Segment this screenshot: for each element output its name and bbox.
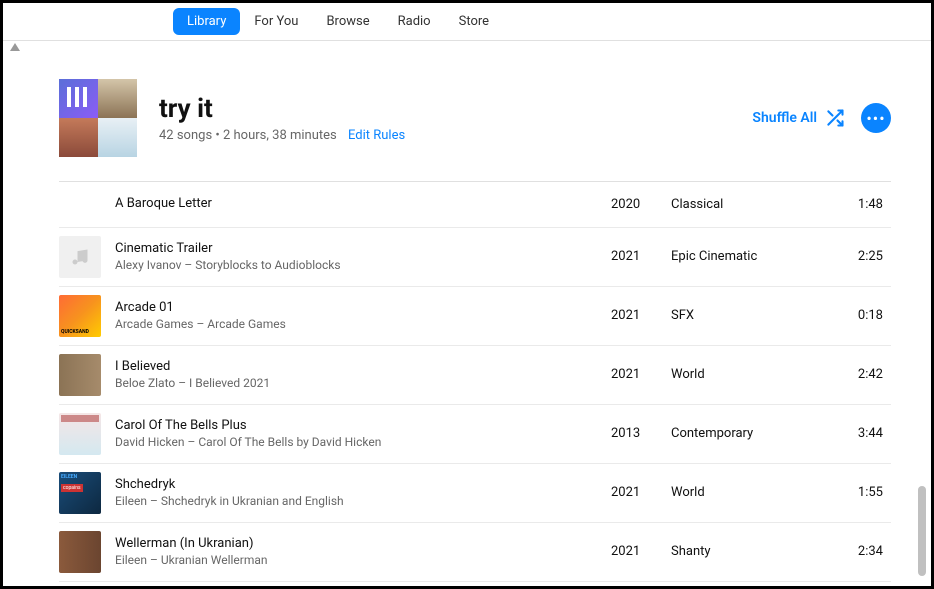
nav-for-you[interactable]: For You [240,8,312,35]
track-duration: 0:18 [841,308,891,323]
track-row[interactable]: Clouds2013Piano4:01 [59,582,891,586]
track-year: 2021 [611,544,671,559]
track-title: A Baroque Letter [115,196,601,213]
track-year: 2013 [611,426,671,441]
track-row[interactable]: I BelievedBeloe Zlato – I Believed 20212… [59,346,891,405]
track-row[interactable]: A Baroque Letter 2020Classical1:48 [59,182,891,228]
track-row[interactable]: Wellerman (In Ukranian)Eileen – Ukranian… [59,523,891,582]
track-subtitle: David Hicken – Carol Of The Bells by Dav… [115,435,601,451]
scrollbar-thumb[interactable] [918,486,926,576]
track-info: Cinematic TrailerAlexy Ivanov – Storyblo… [115,241,611,273]
track-row[interactable]: Cinematic TrailerAlexy Ivanov – Storyblo… [59,228,891,287]
playlist-header: try it 42 songs • 2 hours, 38 minutes Ed… [59,79,891,157]
track-thumbnail [59,531,101,573]
track-title: Carol Of The Bells Plus [115,418,601,435]
playlist-info: try it 42 songs • 2 hours, 38 minutes Ed… [159,94,752,143]
more-options-button[interactable]: ••• [861,103,891,133]
track-title: Arcade 01 [115,300,601,317]
track-list: A Baroque Letter 2020Classical1:48 Cinemat… [59,182,891,586]
track-row[interactable]: ShchedrykEileen – Shchedryk in Ukranian … [59,464,891,523]
track-subtitle: Eileen – Ukranian Wellerman [115,553,601,569]
scroll-up-icon[interactable] [10,43,20,59]
track-title: Cinematic Trailer [115,241,601,258]
content-area: try it 42 songs • 2 hours, 38 minutes Ed… [3,41,931,586]
playlist-title: try it [159,94,752,124]
ellipsis-icon: ••• [866,109,885,128]
track-genre: Contemporary [671,426,841,441]
track-genre: World [671,485,841,500]
nav-library[interactable]: Library [173,8,240,35]
track-info: ShchedrykEileen – Shchedryk in Ukranian … [115,477,611,509]
header-actions: Shuffle All ••• [752,103,891,133]
edit-rules-link[interactable]: Edit Rules [348,128,405,143]
track-year: 2021 [611,249,671,264]
playlist-meta: 42 songs • 2 hours, 38 minutes Edit Rule… [159,128,752,143]
track-title: Wellerman (In Ukranian) [115,536,601,553]
track-thumbnail [59,354,101,396]
nav-store[interactable]: Store [445,8,503,35]
track-year: 2021 [611,308,671,323]
track-year: 2020 [611,197,671,212]
track-subtitle: Eileen – Shchedryk in Ukranian and Engli… [115,494,601,510]
track-info: Wellerman (In Ukranian)Eileen – Ukranian… [115,536,611,568]
track-duration: 2:42 [841,367,891,382]
track-duration: 2:34 [841,544,891,559]
track-row[interactable]: Arcade 01Arcade Games – Arcade Games2021… [59,287,891,346]
track-genre: SFX [671,308,841,323]
track-thumbnail [59,413,101,455]
track-info: Arcade 01Arcade Games – Arcade Games [115,300,611,332]
track-info: A Baroque Letter [115,196,611,213]
track-info: Carol Of The Bells PlusDavid Hicken – Ca… [115,418,611,450]
nav-radio[interactable]: Radio [384,8,445,35]
track-duration: 1:48 [841,197,891,212]
track-thumbnail [59,295,101,337]
track-year: 2021 [611,367,671,382]
track-genre: World [671,367,841,382]
track-subtitle: Alexy Ivanov – Storyblocks to Audioblock… [115,258,601,274]
track-year: 2021 [611,485,671,500]
track-genre: Epic Cinematic [671,249,841,264]
track-title: Shchedryk [115,477,601,494]
track-genre: Classical [671,197,841,212]
nav-browse[interactable]: Browse [312,8,383,35]
playlist-artwork[interactable] [59,79,137,157]
track-subtitle: Beloe Zlato – I Believed 2021 [115,376,601,392]
track-thumbnail [59,236,101,278]
top-nav: Library For You Browse Radio Store [3,3,931,41]
track-duration: 3:44 [841,426,891,441]
track-duration: 1:55 [841,485,891,500]
track-title: I Believed [115,359,601,376]
track-info: I BelievedBeloe Zlato – I Believed 2021 [115,359,611,391]
shuffle-icon [825,108,845,128]
track-row[interactable]: Carol Of The Bells PlusDavid Hicken – Ca… [59,405,891,464]
track-duration: 2:25 [841,249,891,264]
music-note-icon [70,247,90,267]
shuffle-all-button[interactable]: Shuffle All [752,108,845,128]
track-genre: Shanty [671,544,841,559]
track-subtitle: Arcade Games – Arcade Games [115,317,601,333]
track-thumbnail [59,472,101,514]
